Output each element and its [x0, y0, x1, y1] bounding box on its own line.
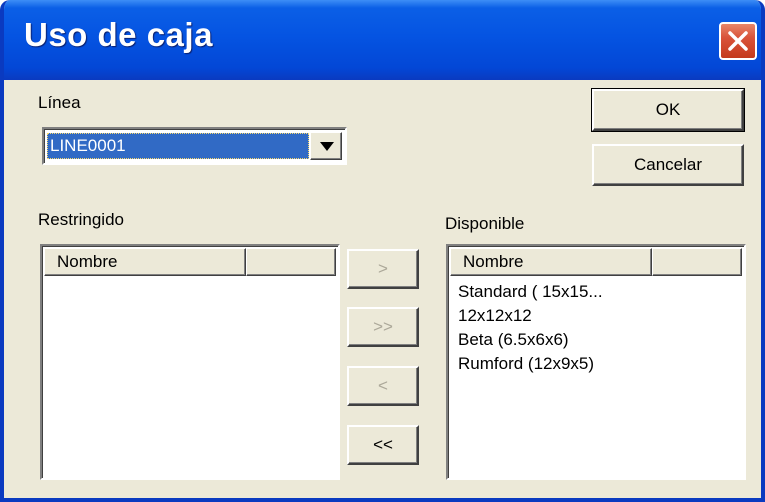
restricted-column-blank[interactable]: [246, 248, 336, 276]
move-right-button[interactable]: >: [347, 249, 419, 289]
dialog-title: Uso de caja: [24, 16, 213, 53]
available-column-blank[interactable]: [652, 248, 742, 276]
restricted-label: Restringido: [38, 210, 124, 229]
move-left-button[interactable]: <: [347, 366, 419, 406]
title-bar[interactable]: Uso de caja: [4, 0, 761, 80]
line-select-dropdown-button[interactable]: [310, 132, 342, 160]
available-list[interactable]: Nombre Standard ( 15x15... 12x12x12 Beta…: [446, 244, 746, 480]
available-list-items: Standard ( 15x15... 12x12x12 Beta (6.5x6…: [458, 280, 740, 376]
move-all-left-button[interactable]: <<: [347, 425, 419, 465]
line-select[interactable]: LINE0001: [42, 127, 347, 165]
line-select-value: LINE0001: [47, 133, 309, 159]
move-all-right-button[interactable]: >>: [347, 307, 419, 347]
chevron-down-icon: [320, 142, 334, 151]
available-column-nombre[interactable]: Nombre: [450, 248, 652, 276]
line-label: Línea: [38, 93, 81, 112]
available-label: Disponible: [445, 214, 525, 233]
restricted-column-nombre[interactable]: Nombre: [44, 248, 246, 276]
close-icon: [728, 31, 748, 51]
list-item[interactable]: Rumford (12x9x5): [458, 352, 740, 376]
close-button[interactable]: [719, 22, 757, 60]
restricted-list-header: Nombre: [44, 248, 336, 276]
cancel-button[interactable]: Cancelar: [592, 144, 744, 186]
list-item[interactable]: Standard ( 15x15...: [458, 280, 740, 304]
list-item[interactable]: Beta (6.5x6x6): [458, 328, 740, 352]
restricted-list[interactable]: Nombre: [40, 244, 340, 480]
dialog-window: Uso de caja Línea LINE0001 OK Cancelar R…: [0, 0, 765, 502]
ok-button[interactable]: OK: [591, 88, 745, 132]
list-item[interactable]: 12x12x12: [458, 304, 740, 328]
available-list-header: Nombre: [450, 248, 742, 276]
